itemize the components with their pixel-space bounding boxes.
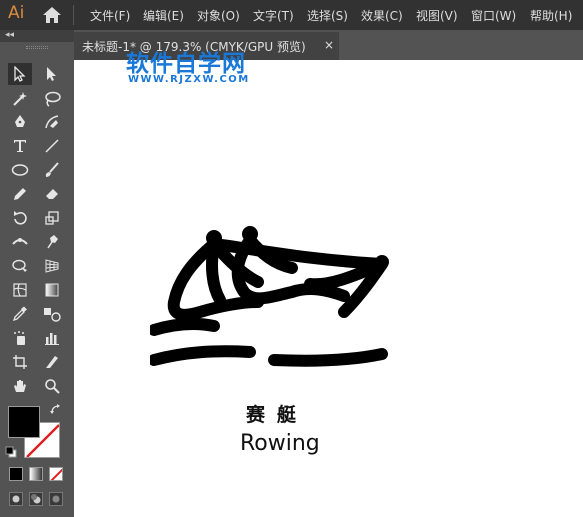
none-mode-icon[interactable]	[49, 467, 63, 481]
menu-object[interactable]: 对象(O)	[197, 7, 240, 24]
ellipse-tool-icon[interactable]	[8, 159, 32, 181]
app-logo: Ai	[8, 3, 25, 23]
type-tool-icon[interactable]	[8, 135, 32, 157]
eraser-tool-icon[interactable]	[40, 183, 64, 205]
paintbrush-tool-icon[interactable]	[40, 159, 64, 181]
watermark-url: WWW.RJZXW.COM	[128, 74, 250, 85]
draw-normal-icon[interactable]	[9, 492, 23, 506]
slice-tool-icon[interactable]	[40, 351, 64, 373]
artboard-tool-icon[interactable]	[8, 351, 32, 373]
collapse-panel-icon[interactable]: ◂◂	[5, 30, 14, 40]
width-tool-icon[interactable]	[8, 231, 32, 253]
draw-inside-icon[interactable]	[49, 492, 63, 506]
perspective-grid-tool-icon[interactable]	[40, 255, 64, 277]
draw-behind-icon[interactable]	[29, 492, 43, 506]
lasso-tool-icon[interactable]	[40, 88, 64, 110]
selection-tool-icon[interactable]	[8, 63, 32, 85]
menu-separator	[73, 5, 74, 25]
eyedropper-tool-icon[interactable]	[8, 303, 32, 325]
scale-tool-icon[interactable]	[40, 207, 64, 229]
color-mode-icon[interactable]	[9, 467, 23, 481]
direct-selection-tool-icon[interactable]	[40, 63, 64, 85]
menu-effect[interactable]: 效果(C)	[361, 7, 403, 24]
rowing-logo-artwork[interactable]	[150, 220, 400, 385]
home-icon[interactable]	[42, 6, 62, 24]
artwork-chinese-title: 赛艇	[246, 404, 309, 426]
menu-file[interactable]: 文件(F)	[90, 7, 130, 24]
line-segment-tool-icon[interactable]	[40, 135, 64, 157]
puppet-warp-tool-icon[interactable]	[40, 231, 64, 253]
watermark-title: 软件自学网	[126, 51, 246, 77]
panel-grip[interactable]	[26, 46, 48, 49]
pencil-tool-icon[interactable]	[8, 183, 32, 205]
menu-window[interactable]: 窗口(W)	[471, 7, 516, 24]
symbol-sprayer-tool-icon[interactable]	[8, 327, 32, 349]
default-fill-stroke-icon[interactable]	[5, 446, 17, 458]
rotate-tool-icon[interactable]	[8, 207, 32, 229]
zoom-tool-icon[interactable]	[40, 375, 64, 397]
gradient-mode-icon[interactable]	[29, 467, 43, 481]
pen-tool-icon[interactable]	[8, 111, 32, 133]
gradient-tool-icon[interactable]	[40, 279, 64, 301]
menu-select[interactable]: 选择(S)	[307, 7, 348, 24]
blend-tool-icon[interactable]	[40, 303, 64, 325]
swap-fill-stroke-icon[interactable]	[50, 404, 62, 416]
magic-wand-tool-icon[interactable]	[8, 88, 32, 110]
shape-builder-tool-icon[interactable]	[8, 255, 32, 277]
menu-view[interactable]: 视图(V)	[416, 7, 458, 24]
hand-tool-icon[interactable]	[8, 375, 32, 397]
curvature-tool-icon[interactable]	[40, 111, 64, 133]
column-graph-tool-icon[interactable]	[40, 327, 64, 349]
artwork-english-title: Rowing	[240, 431, 320, 456]
fill-swatch[interactable]	[8, 406, 40, 438]
menu-help[interactable]: 帮助(H)	[530, 7, 572, 24]
close-tab-icon[interactable]: ×	[324, 38, 334, 52]
menu-type[interactable]: 文字(T)	[253, 7, 294, 24]
mesh-tool-icon[interactable]	[8, 279, 32, 301]
menu-bar: Ai 文件(F) 编辑(E) 对象(O) 文字(T) 选择(S) 效果(C) 视…	[0, 0, 583, 30]
menu-edit[interactable]: 编辑(E)	[143, 7, 184, 24]
